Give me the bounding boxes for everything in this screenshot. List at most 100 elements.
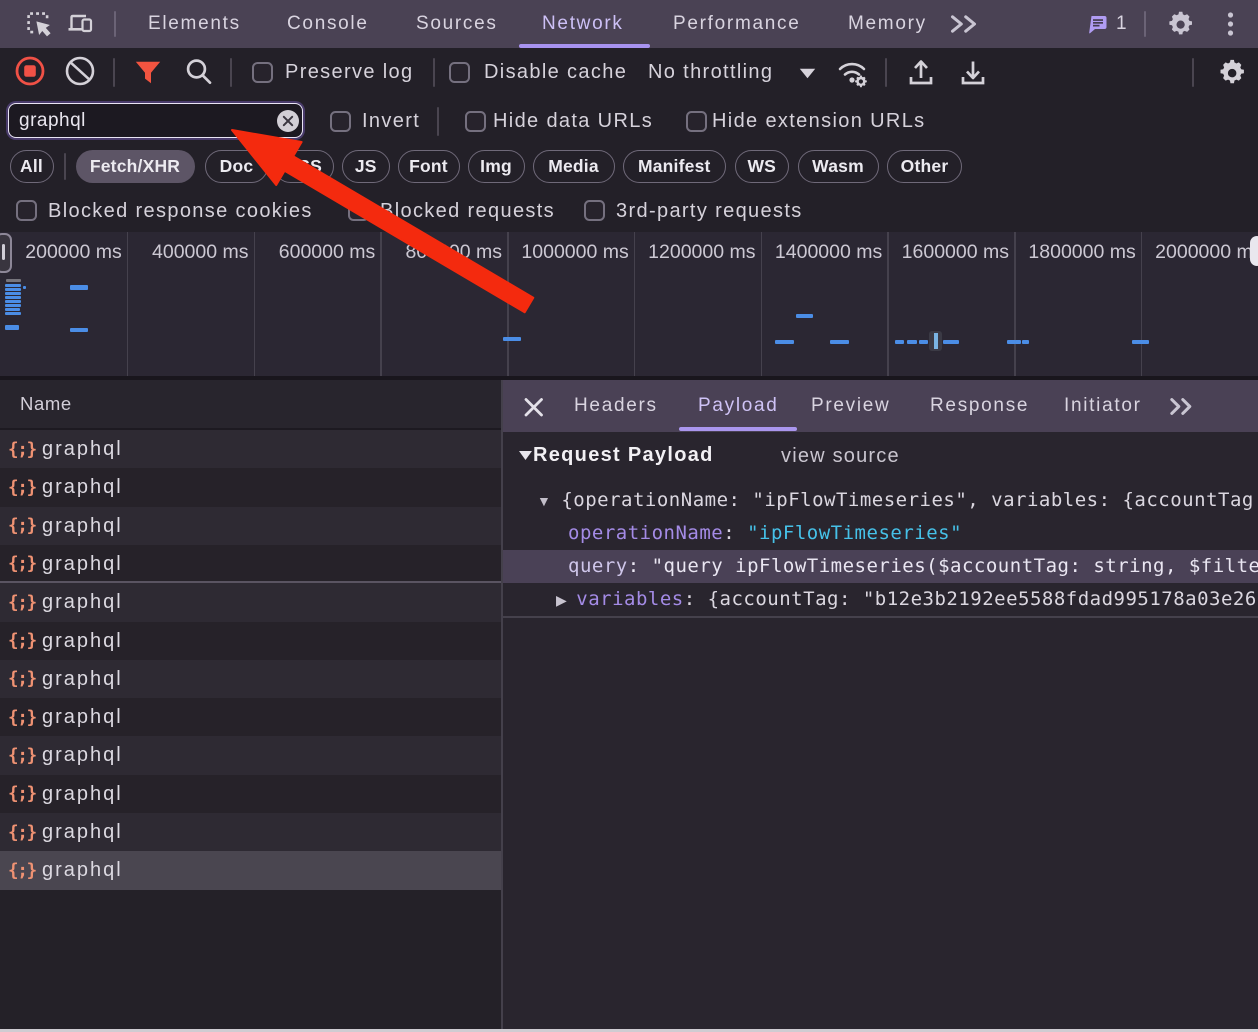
issues-bubble-icon[interactable] [1089, 15, 1107, 34]
device-toolbar-icon[interactable] [68, 13, 93, 36]
payload-key: query [568, 555, 628, 577]
dropdown-caret-icon[interactable] [799, 68, 816, 79]
disable-cache-label[interactable]: Disable cache [484, 48, 627, 97]
chip-img[interactable]: Img [468, 150, 525, 183]
timeline-request-bar [907, 340, 917, 345]
payload-row-query[interactable]: query: "query ipFlowTimeseries($accountT… [503, 550, 1258, 583]
import-har-icon[interactable] [905, 57, 937, 89]
request-row[interactable]: {;}graphql [0, 507, 501, 546]
chip-font[interactable]: Font [398, 150, 460, 183]
chip-js[interactable]: JS [342, 150, 390, 183]
timeline-gridline [761, 232, 763, 376]
network-overview-timeline[interactable]: 200000 ms400000 ms600000 ms800000 ms1000… [0, 232, 1258, 376]
request-name: graphql [42, 783, 123, 806]
record-network-log-icon[interactable] [15, 56, 45, 86]
more-filters-row: Blocked response cookies Blocked requests… [0, 190, 1258, 232]
request-row[interactable]: {;}graphql [0, 775, 501, 814]
hide-extension-urls-checkbox[interactable] [686, 111, 707, 132]
export-har-icon[interactable] [957, 57, 989, 89]
hide-data-urls-label[interactable]: Hide data URLs [493, 97, 653, 146]
chip-media[interactable]: Media [533, 150, 615, 183]
details-tab-headers[interactable]: Headers [574, 380, 658, 432]
tab-console[interactable]: Console [287, 0, 369, 48]
timeline-request-bar [5, 292, 21, 296]
details-tab-preview[interactable]: Preview [811, 380, 890, 432]
preserve-log-checkbox[interactable] [252, 62, 273, 83]
request-row[interactable]: {;}graphql [0, 468, 501, 507]
chip-doc[interactable]: Doc [205, 150, 268, 183]
chip-ws[interactable]: WS [735, 150, 789, 183]
section-expand-caret-icon[interactable] [518, 448, 533, 463]
timeline-tick-label: 600000 ms [279, 241, 375, 264]
details-tab-initiator[interactable]: Initiator [1064, 380, 1142, 432]
request-row[interactable]: {;}graphql [0, 545, 501, 584]
filter-input[interactable]: graphql [8, 103, 303, 138]
tab-performance[interactable]: Performance [673, 0, 800, 48]
3rd-party-requests-checkbox[interactable] [584, 200, 605, 221]
timeline-request-bar [70, 328, 88, 333]
timeline-request-bar [5, 288, 22, 292]
payload-row-operationname[interactable]: operationName: "ipFlowTimeseries" [503, 517, 1258, 550]
blocked-response-cookies-label[interactable]: Blocked response cookies [48, 190, 313, 232]
disable-cache-checkbox[interactable] [449, 62, 470, 83]
expand-caret-icon[interactable]: ▶ [556, 592, 567, 608]
clear-filter-icon[interactable] [276, 109, 300, 133]
chip-fetch-xhr[interactable]: Fetch/XHR [76, 150, 195, 183]
filter-input-value: graphql [19, 110, 86, 132]
chip-manifest[interactable]: Manifest [623, 150, 727, 183]
blocked-requests-label[interactable]: Blocked requests [380, 190, 555, 232]
timeline-request-bar [5, 325, 19, 330]
request-row[interactable]: {;}graphql [0, 622, 501, 661]
chip-css[interactable]: CSS [274, 150, 335, 183]
filter-funnel-icon[interactable] [135, 61, 161, 84]
request-row[interactable]: {;}graphql [0, 813, 501, 852]
details-tab-response[interactable]: Response [930, 380, 1029, 432]
details-tab-payload[interactable]: Payload [698, 380, 779, 432]
request-row[interactable]: {;}graphql [0, 583, 501, 622]
request-row[interactable]: {;}graphql [0, 660, 501, 699]
tab-elements[interactable]: Elements [148, 0, 241, 48]
payload-preview-row[interactable]: ▼{operationName: "ipFlowTimeseries", var… [503, 484, 1258, 517]
overview-left-grip[interactable] [0, 233, 12, 273]
close-details-icon[interactable] [522, 395, 546, 419]
network-conditions-icon[interactable] [836, 58, 870, 88]
blocked-requests-checkbox[interactable] [348, 200, 369, 221]
payload-key: variables [576, 588, 683, 610]
kebab-menu-icon[interactable] [1224, 11, 1237, 37]
preserve-log-label[interactable]: Preserve log [285, 48, 413, 97]
more-panels-icon[interactable] [950, 15, 978, 33]
timeline-tick-label: 200000 ms [25, 241, 121, 264]
request-row[interactable]: {;}graphql [0, 430, 501, 469]
request-row[interactable]: {;}graphql [0, 736, 501, 775]
chip-wasm[interactable]: Wasm [798, 150, 879, 183]
view-source-link[interactable]: view source [781, 445, 900, 468]
request-row[interactable]: {;}graphql [0, 851, 501, 890]
invert-label[interactable]: Invert [362, 97, 420, 146]
tab-network[interactable]: Network [542, 0, 624, 48]
throttling-select[interactable]: No throttling [648, 48, 773, 97]
hide-extension-urls-label[interactable]: Hide extension URLs [712, 97, 926, 146]
payload-row-variables[interactable]: ▶variables: {accountTag: "b12e3b2192ee55… [503, 583, 1258, 616]
overview-right-grip[interactable] [1250, 236, 1258, 266]
more-details-tabs-icon[interactable] [1169, 398, 1197, 415]
clear-network-log-icon[interactable] [65, 56, 95, 86]
tab-sources[interactable]: Sources [416, 0, 498, 48]
invert-checkbox[interactable] [330, 111, 351, 132]
network-settings-gear-icon[interactable] [1216, 57, 1247, 88]
name-column-header[interactable]: Name [0, 380, 501, 430]
blocked-response-cookies-checkbox[interactable] [16, 200, 37, 221]
request-row[interactable]: {;}graphql [0, 698, 501, 737]
request-name: graphql [42, 744, 123, 767]
settings-gear-icon[interactable] [1165, 9, 1195, 39]
chip-all[interactable]: All [10, 150, 54, 183]
expand-caret-icon[interactable]: ▼ [537, 493, 551, 509]
tab-memory[interactable]: Memory [848, 0, 927, 48]
3rd-party-requests-label[interactable]: 3rd-party requests [616, 190, 803, 232]
search-icon[interactable] [184, 57, 214, 87]
chip-other[interactable]: Other [887, 150, 962, 183]
braces-icon: {;} [8, 823, 36, 843]
issues-count[interactable]: 1 [1116, 0, 1128, 48]
inspect-element-icon[interactable] [27, 12, 53, 38]
hide-data-urls-checkbox[interactable] [465, 111, 486, 132]
timeline-request-bar [1022, 340, 1029, 345]
